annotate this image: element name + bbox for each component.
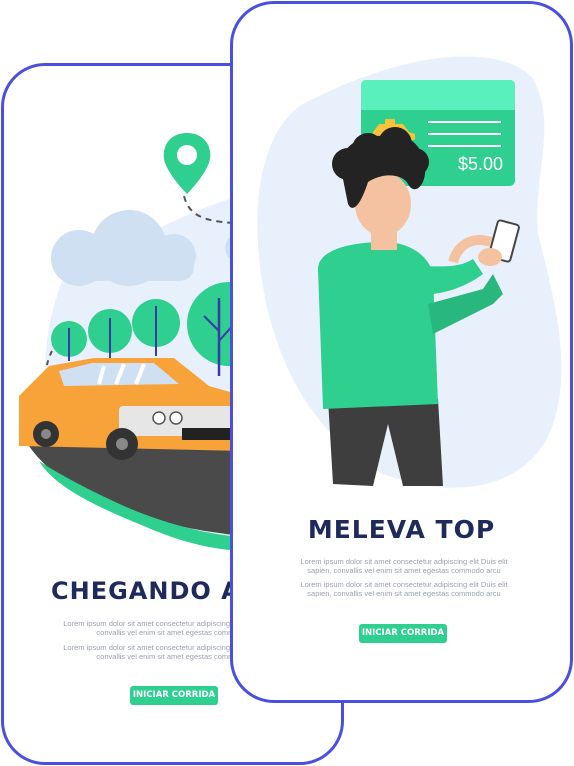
map-pin-icon [163, 133, 211, 194]
payment-illustration [257, 56, 562, 488]
start-ride-button[interactable]: INICIAR CORRIDA [130, 686, 218, 705]
onboarding-screen-meleva: $5.00 MELEVA TOP Lorem ipsum dolor sit a… [230, 1, 573, 703]
screen-title: MELEVA TOP [307, 515, 496, 544]
start-ride-button[interactable]: INICIAR CORRIDA [359, 624, 447, 643]
description-paragraph: Lorem ipsum dolor sit amet consectetur a… [300, 580, 508, 598]
price-label: $5.00 [458, 154, 504, 174]
description-paragraph: Lorem ipsum dolor sit amet consectetur a… [300, 557, 508, 575]
